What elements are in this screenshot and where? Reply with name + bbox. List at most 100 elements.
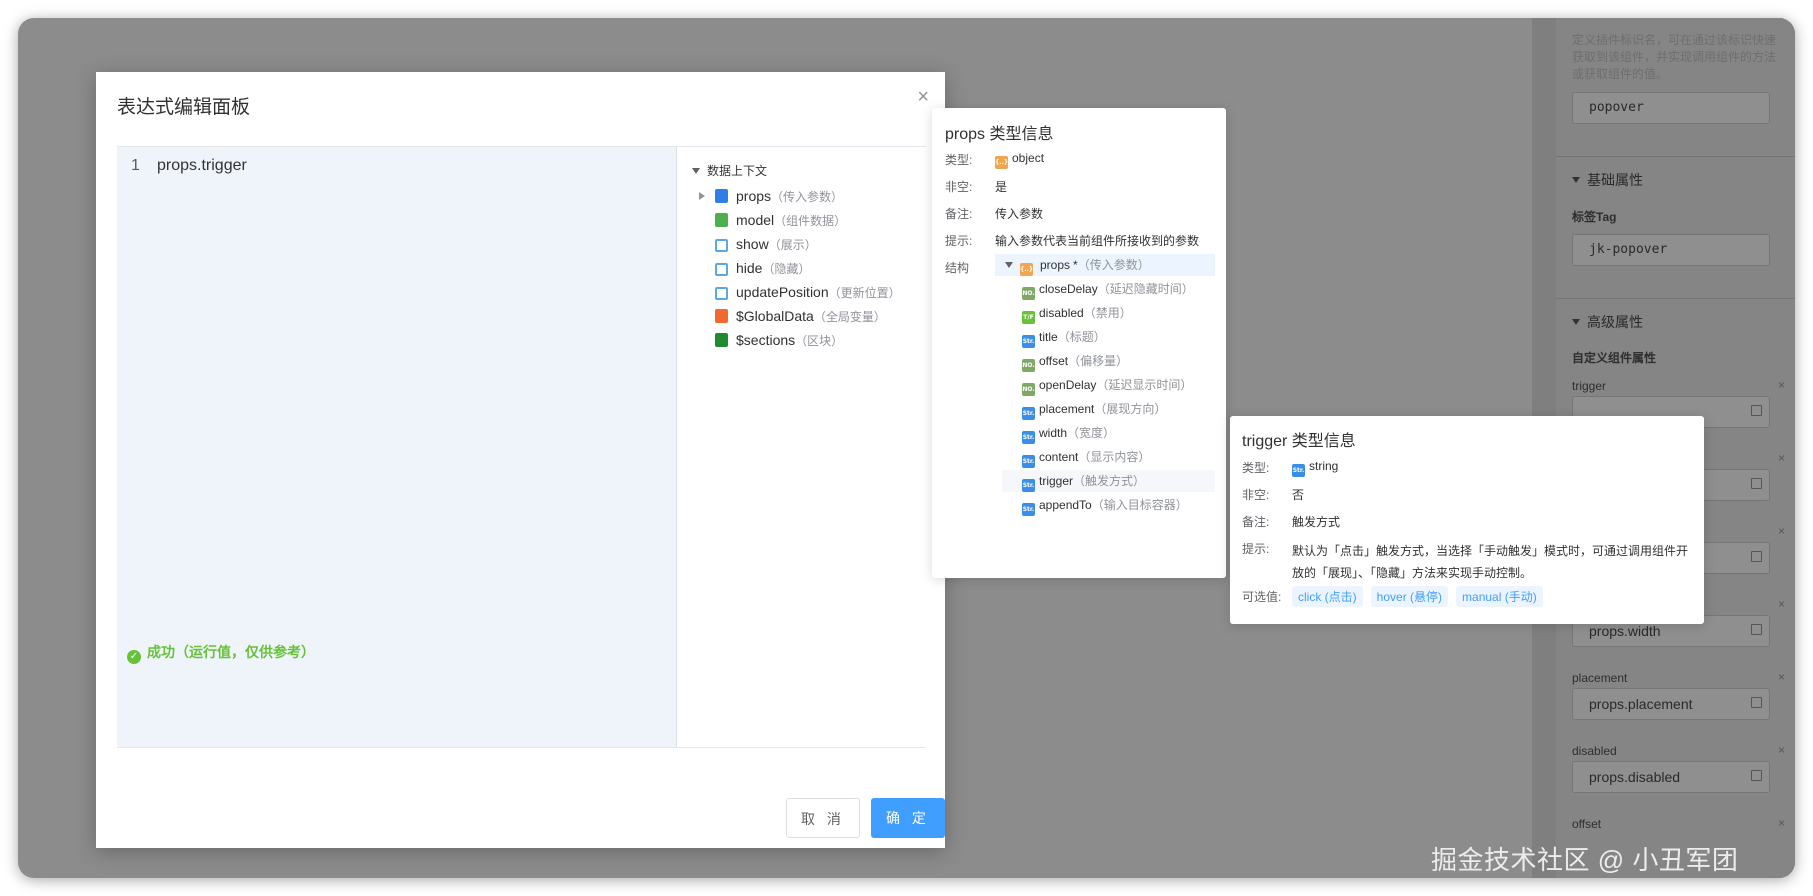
option-tag[interactable]: hover (悬停)	[1370, 586, 1449, 607]
item-hint: （组件数据）	[774, 214, 847, 228]
context-heading[interactable]: 数据上下文	[692, 162, 767, 179]
struct-field-offset[interactable]: NO. offset（偏移量）	[1002, 350, 1215, 372]
id-input[interactable]: popover	[1572, 92, 1770, 124]
function-icon	[715, 239, 728, 252]
cancel-button[interactable]: 取 消	[786, 798, 860, 838]
fullscreen-icon[interactable]	[1751, 478, 1762, 489]
remark-value: 传入参数	[995, 207, 1044, 221]
field-name: offset	[1039, 354, 1069, 368]
type-name: object	[1012, 151, 1045, 165]
str-type-icon: Str.	[1022, 479, 1035, 492]
code-line[interactable]: props.trigger	[157, 157, 247, 175]
option-tag[interactable]: manual (手动)	[1456, 586, 1543, 607]
remark-key: 备注:	[945, 207, 973, 221]
item-hint: （更新位置）	[828, 286, 901, 300]
success-icon: ✓	[127, 650, 141, 664]
object-props-icon	[715, 189, 728, 203]
collapse-icon	[692, 168, 700, 174]
tag-input[interactable]: jk-popover	[1572, 234, 1770, 266]
context-item-label: hide（隐藏）	[736, 260, 810, 277]
type-name: string	[1309, 459, 1339, 473]
fullscreen-icon[interactable]	[1751, 551, 1762, 562]
struct-field-appendTo[interactable]: Str. appendTo（输入目标容器）	[1002, 494, 1215, 516]
fullscreen-icon[interactable]	[1751, 770, 1762, 781]
struct-field-title[interactable]: Str. title（标题）	[1002, 326, 1215, 348]
tip-key: 提示:	[945, 234, 973, 248]
item-name: $sections	[736, 332, 796, 348]
collapse-icon	[1572, 177, 1580, 183]
option-tag[interactable]: click (点击)	[1292, 586, 1363, 607]
attr-label: disabled	[1572, 744, 1617, 758]
nonnull-key: 非空:	[1242, 488, 1270, 502]
field-hint: （延迟隐藏时间）	[1097, 282, 1194, 296]
field-name: title	[1039, 330, 1058, 344]
struct-root-row[interactable]: {..} props *（传入参数）	[995, 254, 1215, 276]
struct-field-content[interactable]: Str. content（显示内容）	[1002, 446, 1215, 468]
id-description: 定义插件标识名，可在通过该标识快速获取到该组件，并实现调用组件的方法或获取组件的…	[1572, 33, 1777, 81]
global-data-icon	[715, 309, 728, 323]
remove-attr-icon[interactable]: ×	[1778, 378, 1785, 392]
field-hint: （标题）	[1057, 330, 1106, 344]
app-window: 定义插件标识名，可在通过该标识快速获取到该组件，并实现调用组件的方法或获取组件的…	[18, 18, 1795, 878]
fullscreen-icon[interactable]	[1751, 624, 1762, 635]
context-item-label: show（展示）	[736, 236, 817, 253]
collapse-icon	[1572, 319, 1580, 325]
close-icon[interactable]: ×	[917, 86, 929, 109]
type-key: 类型:	[1242, 461, 1270, 475]
struct-field-width[interactable]: Str. width（宽度）	[1002, 422, 1215, 444]
str-type-icon: Str.	[1022, 503, 1035, 516]
field-name: width	[1039, 426, 1068, 440]
struct-field-closeDelay[interactable]: NO. closeDelay（延迟隐藏时间）	[1002, 278, 1215, 300]
struct-field-disabled[interactable]: T/F disabled（禁用）	[1002, 302, 1215, 324]
field-name: content	[1039, 450, 1079, 464]
field-name: trigger	[1039, 474, 1074, 488]
advanced-section-title: 高级属性	[1587, 314, 1643, 330]
remove-attr-icon[interactable]: ×	[1778, 524, 1785, 538]
options-list: click (点击) hover (悬停) manual (手动)	[1292, 586, 1551, 607]
tip-key: 提示:	[1242, 542, 1270, 556]
popover-title: props 类型信息	[945, 126, 1054, 143]
line-number: 1	[131, 157, 140, 174]
object-type-icon: {..}	[1020, 263, 1033, 276]
item-name: model	[736, 212, 775, 228]
struct-field-trigger[interactable]: Str. trigger（触发方式）	[1002, 470, 1215, 492]
remove-attr-icon[interactable]: ×	[1778, 816, 1785, 830]
str-type-icon: Str.	[1022, 455, 1035, 468]
attr-value-input[interactable]: props.disabled	[1572, 761, 1770, 793]
item-hint: （隐藏）	[762, 262, 811, 276]
basic-section-header[interactable]: 基础属性	[1556, 156, 1795, 200]
struct-root-hint: （传入参数）	[1077, 258, 1150, 272]
attr-value-input[interactable]: props.placement	[1572, 688, 1770, 720]
divider	[117, 747, 926, 748]
field-hint: （延迟显示时间）	[1096, 378, 1193, 392]
tip-value: 输入参数代表当前组件所接收到的参数	[995, 234, 1200, 248]
model-icon	[715, 213, 728, 227]
data-context-tree: 数据上下文 props（传入参数） model（组件数据） show（展示） hide…	[677, 147, 926, 747]
advanced-section-header[interactable]: 高级属性	[1556, 298, 1795, 342]
fullscreen-icon[interactable]	[1751, 405, 1762, 416]
tf-type-icon: T/F	[1022, 311, 1035, 324]
remove-attr-icon[interactable]: ×	[1778, 451, 1785, 465]
options-key: 可选值:	[1242, 590, 1282, 604]
confirm-button[interactable]: 确 定	[871, 798, 945, 838]
field-hint: （触发方式）	[1073, 474, 1146, 488]
remove-attr-icon[interactable]: ×	[1778, 670, 1785, 684]
nonnull-key: 非空:	[945, 180, 973, 194]
remove-attr-icon[interactable]: ×	[1778, 597, 1785, 611]
struct-field-placement[interactable]: Str. placement（展现方向）	[1002, 398, 1215, 420]
code-editor[interactable]: 1 props.trigger ✓ 成功（运行值，仅供参考）	[117, 147, 677, 747]
remove-attr-icon[interactable]: ×	[1778, 743, 1785, 757]
type-value: {..} object	[995, 151, 1044, 169]
fullscreen-icon[interactable]	[1751, 697, 1762, 708]
context-item-label: props（传入参数）	[736, 188, 843, 205]
struct-field-openDelay[interactable]: NO. openDelay（延迟显示时间）	[1002, 374, 1215, 396]
expand-icon[interactable]	[699, 192, 705, 200]
context-heading-label: 数据上下文	[707, 164, 768, 178]
field-name: placement	[1039, 402, 1095, 416]
watermark: 掘金技术社区 @ 小丑军团Zohar	[1431, 845, 1739, 878]
field-name: appendTo	[1039, 498, 1092, 512]
result-status: ✓ 成功（运行值，仅供参考）	[127, 642, 315, 664]
popover-title: trigger 类型信息	[1242, 433, 1356, 450]
item-hint: （全局变量）	[813, 310, 886, 324]
attr-label: offset	[1572, 817, 1602, 831]
